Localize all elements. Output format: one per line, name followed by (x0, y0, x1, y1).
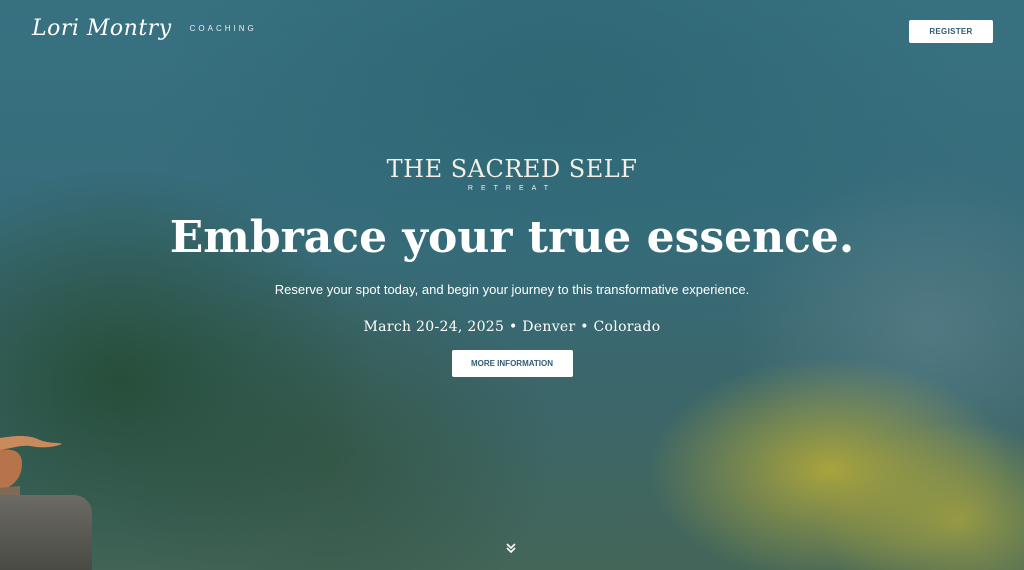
hero-background: Lori Montry COACHING REGISTER THE SACRED… (0, 0, 1024, 570)
site-logo[interactable]: Lori Montry COACHING (32, 16, 257, 41)
more-information-button[interactable]: MORE INFORMATION (451, 350, 573, 377)
rock-ledge (0, 495, 92, 570)
hero-subtext: Reserve your spot today, and begin your … (274, 282, 750, 297)
event-details: March 20-24, 2025 • Denver • Colorado (363, 319, 661, 335)
chevron-double-down-icon[interactable] (504, 541, 518, 555)
meditating-person-image (0, 430, 62, 500)
hero-headline: Embrace your true essence. (169, 212, 855, 263)
retreat-title: THE SACRED SELF (386, 155, 638, 183)
register-button[interactable]: REGISTER (909, 20, 993, 43)
retreat-subtitle: RETREAT (467, 185, 557, 192)
logo-script-text: Lori Montry (32, 16, 172, 41)
hero-content: THE SACRED SELF RETREAT Embrace your tru… (0, 155, 1024, 377)
logo-subtitle: COACHING (189, 24, 257, 33)
